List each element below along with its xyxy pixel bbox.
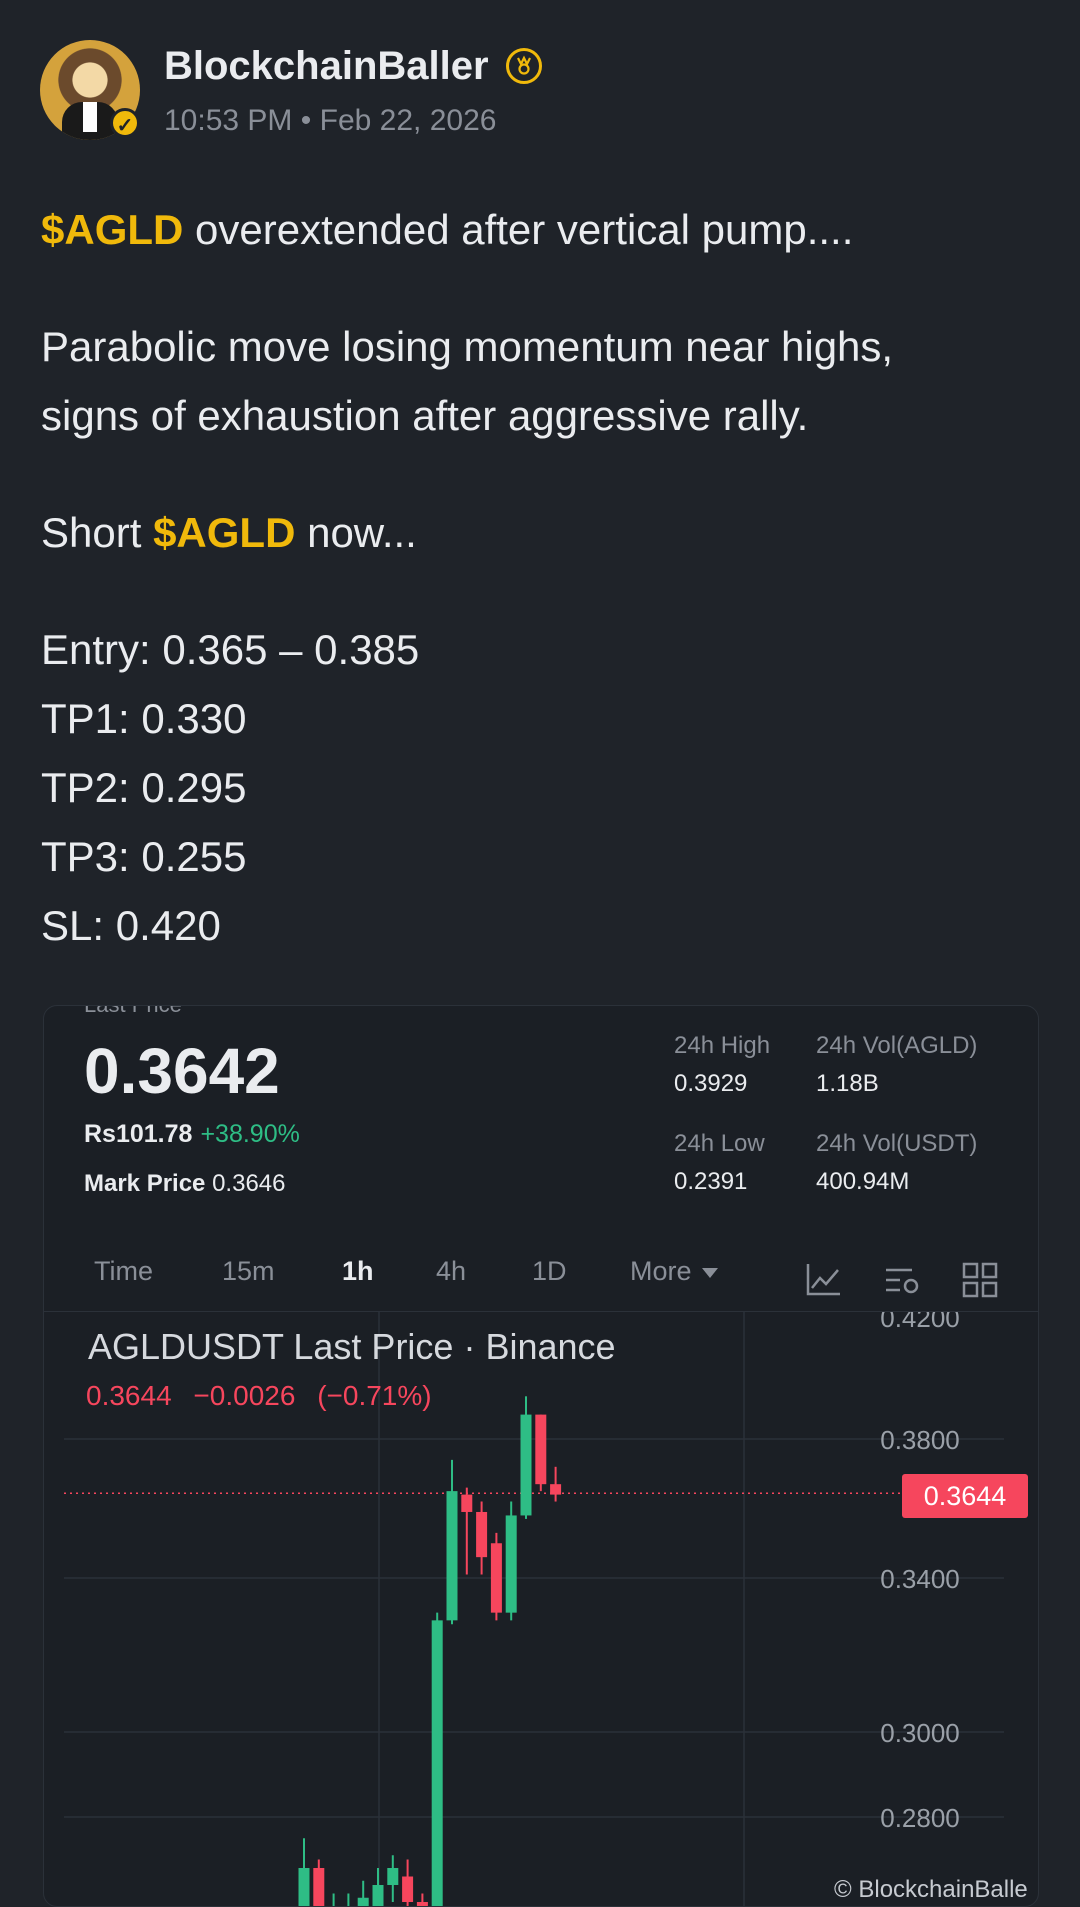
chart-change: −0.0026 xyxy=(193,1380,296,1411)
stat-value: 1.18B xyxy=(816,1070,879,1097)
tab-1d[interactable]: 1D xyxy=(532,1256,567,1287)
candle-body xyxy=(520,1414,532,1516)
stat-label: 24h Vol(USDT) xyxy=(816,1130,978,1157)
candlestick-chart[interactable]: 0.4200 0.3800 0.3400 0.3000 0.2800 AGLDUSDT … xyxy=(44,1311,1038,1906)
post-date: Feb 22, 2026 xyxy=(319,104,497,137)
candle-body xyxy=(313,1868,325,1906)
candle-body xyxy=(490,1543,502,1613)
fiat-row: Rs101.78 +38.90% xyxy=(84,1120,300,1149)
stat-value: 0.3929 xyxy=(674,1070,748,1097)
creator-badge-icon xyxy=(506,48,542,84)
tab-15m[interactable]: 15m xyxy=(222,1256,275,1287)
mark-price-row: Mark Price 0.3646 xyxy=(84,1170,285,1198)
post-timestamp: 10:53 PM • Feb 22, 2026 xyxy=(164,104,496,138)
entry-line: Entry: 0.365 – 0.385 xyxy=(41,626,420,673)
stat-24h-vol-quote: 24h Vol(USDT) 400.94M xyxy=(816,1130,977,1196)
y-tick-label: 0.3800 xyxy=(880,1425,960,1455)
candle-body xyxy=(402,1876,414,1902)
tab-1h[interactable]: 1h xyxy=(342,1256,374,1287)
candle-body xyxy=(298,1868,310,1906)
candle-body xyxy=(550,1484,562,1495)
candle-body xyxy=(535,1414,547,1485)
stat-24h-low: 24h Low 0.2391 xyxy=(674,1130,765,1196)
post-time: 10:53 PM xyxy=(164,104,293,137)
candle-body xyxy=(461,1494,473,1512)
tp2-line: TP2: 0.295 xyxy=(41,764,247,811)
stat-label: 24h High xyxy=(674,1032,771,1059)
change-percent: +38.90% xyxy=(200,1120,300,1148)
post-line-3: Short $AGLD now... xyxy=(41,498,1041,567)
stat-24h-vol-base: 24h Vol(AGLD) 1.18B xyxy=(816,1032,977,1098)
tab-more[interactable]: More xyxy=(630,1256,718,1287)
chart-watermark: © BlockchainBalle xyxy=(834,1876,1028,1903)
y-tick-label: 0.4200 xyxy=(880,1312,960,1333)
post-line-1: $AGLD overextended after vertical pump..… xyxy=(41,195,1041,264)
post-text: Short xyxy=(41,509,154,556)
last-price: 0.3642 xyxy=(84,1035,280,1107)
post-body: $AGLD overextended after vertical pump..… xyxy=(41,195,1041,960)
candle-body xyxy=(357,1897,369,1906)
mark-price-label: Mark Price xyxy=(84,1170,206,1197)
interval-tabs: Time 15m 1h 4h 1D More xyxy=(44,1256,1038,1316)
fiat-price: Rs101.78 xyxy=(84,1120,193,1148)
candle-body xyxy=(387,1868,399,1885)
candle-body xyxy=(431,1620,443,1906)
candle-body xyxy=(372,1885,384,1906)
indicator-chart-icon[interactable] xyxy=(804,1260,844,1300)
last-price-label: Last Price xyxy=(84,1006,182,1018)
verified-icon: ✓ xyxy=(110,108,140,138)
current-price-tag: 0.3644 xyxy=(902,1474,1028,1518)
timestamp-separator: • xyxy=(300,104,312,137)
chart-change-pct: (−0.71%) xyxy=(317,1380,432,1411)
candle-body xyxy=(505,1515,517,1613)
candle-body xyxy=(446,1491,458,1621)
stat-24h-high: 24h High 0.3929 xyxy=(674,1032,770,1098)
chart-price-change: 0.3644 −0.0026 (−0.71%) xyxy=(86,1380,432,1412)
tab-time[interactable]: Time xyxy=(94,1256,153,1287)
grid-layout-icon[interactable] xyxy=(960,1260,1000,1300)
mark-price-value: 0.3646 xyxy=(212,1170,286,1197)
avatar-shirt xyxy=(83,102,97,132)
sl-line: SL: 0.420 xyxy=(41,902,221,949)
candle-body xyxy=(476,1511,488,1558)
chart-last: 0.3644 xyxy=(86,1380,172,1411)
post-text: signs of exhaustion after aggressive ral… xyxy=(41,392,809,439)
chart-title: AGLDUSDT Last Price · Binance xyxy=(88,1326,616,1367)
post-text: Parabolic move losing momentum near high… xyxy=(41,323,894,370)
cashtag-link[interactable]: $AGLD xyxy=(41,206,183,253)
cashtag-link[interactable]: $AGLD xyxy=(153,509,295,556)
chart-settings-icon[interactable] xyxy=(882,1260,922,1300)
post-header: ✓ BlockchainBaller 10:53 PM • Feb 22, 20… xyxy=(40,40,1040,140)
tp1-line: TP1: 0.330 xyxy=(41,695,247,742)
stat-value: 0.2391 xyxy=(674,1168,748,1195)
y-tick-label: 0.2800 xyxy=(880,1803,960,1833)
y-tick-label: 0.3400 xyxy=(880,1564,960,1594)
stat-value: 400.94M xyxy=(816,1168,910,1195)
tab-4h[interactable]: 4h xyxy=(436,1256,466,1287)
tp3-line: TP3: 0.255 xyxy=(41,833,247,880)
post-text: overextended after vertical pump.... xyxy=(183,206,854,253)
chart-screenshot-card[interactable]: Last Price 0.3642 Rs101.78+38.90% Mark P… xyxy=(43,1005,1039,1907)
y-tick-label: 0.3000 xyxy=(880,1718,960,1748)
stat-label: 24h Low xyxy=(674,1130,765,1157)
candle-body xyxy=(416,1902,428,1906)
post-text: now... xyxy=(295,509,417,556)
stat-label: 24h Vol(AGLD) xyxy=(816,1032,978,1059)
username[interactable]: BlockchainBaller xyxy=(164,44,489,89)
